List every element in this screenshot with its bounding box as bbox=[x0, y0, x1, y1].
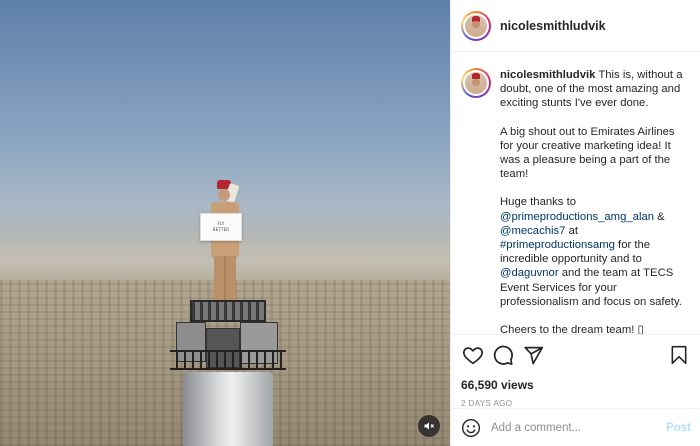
sign-line-2: BETTER bbox=[212, 227, 230, 232]
save-button[interactable] bbox=[667, 343, 691, 367]
hashtag-link[interactable]: #primeproductionsamg bbox=[500, 239, 615, 251]
author-avatar[interactable] bbox=[461, 10, 491, 41]
bookmark-icon bbox=[671, 345, 687, 365]
caption-paragraph-4: Cheers to the dream team! ▯ bbox=[500, 324, 644, 334]
mention-link[interactable]: @mecachis7 bbox=[500, 225, 565, 237]
comment-button[interactable] bbox=[491, 343, 515, 367]
post-video[interactable]: FLY BETTER bbox=[0, 0, 450, 446]
post-comment-button[interactable]: Post bbox=[666, 422, 691, 434]
mute-toggle-button[interactable] bbox=[418, 415, 440, 437]
caption-username[interactable]: nicolesmithludvik bbox=[500, 69, 595, 81]
muted-speaker-icon bbox=[424, 422, 434, 430]
comment-icon bbox=[493, 345, 513, 366]
emoji-button[interactable] bbox=[461, 418, 481, 438]
held-sign: FLY BETTER bbox=[200, 213, 242, 241]
flight-attendant-figure bbox=[205, 180, 245, 302]
share-button[interactable] bbox=[521, 343, 545, 367]
share-icon bbox=[523, 346, 543, 364]
post-sidebar: nicolesmithludvik nicolesmithludvik This… bbox=[450, 0, 700, 446]
caption-area: nicolesmithludvik This is, without a dou… bbox=[451, 60, 700, 334]
caption-paragraph-3: Huge thanks to @primeproductions_amg_alan… bbox=[500, 196, 682, 308]
comment-input[interactable] bbox=[491, 421, 667, 434]
post-timestamp[interactable]: 2 days ago bbox=[461, 399, 691, 408]
instagram-post-modal: FLY BETTER nicolesmithludvik nicolesmith… bbox=[0, 0, 700, 446]
mention-link[interactable]: @daguvnor bbox=[500, 267, 559, 279]
tower-top-platform bbox=[170, 300, 286, 374]
post-actions: 66,590 views 2 days ago bbox=[451, 334, 700, 408]
caption-text: nicolesmithludvik This is, without a dou… bbox=[500, 68, 689, 334]
caption-avatar[interactable] bbox=[461, 68, 491, 98]
caption-paragraph-2: A big shout out to Emirates Airlines for… bbox=[500, 125, 675, 181]
mention-link[interactable]: @primeproductions_amg_alan bbox=[500, 211, 654, 223]
post-header: nicolesmithludvik bbox=[451, 0, 700, 52]
tower-spire bbox=[183, 372, 273, 446]
heart-icon bbox=[462, 347, 484, 365]
add-comment-bar: Post bbox=[451, 408, 700, 446]
emoji-icon bbox=[461, 418, 481, 437]
like-button[interactable] bbox=[461, 343, 485, 367]
view-count[interactable]: 66,590 views bbox=[461, 378, 691, 392]
author-username[interactable]: nicolesmithludvik bbox=[500, 19, 606, 33]
